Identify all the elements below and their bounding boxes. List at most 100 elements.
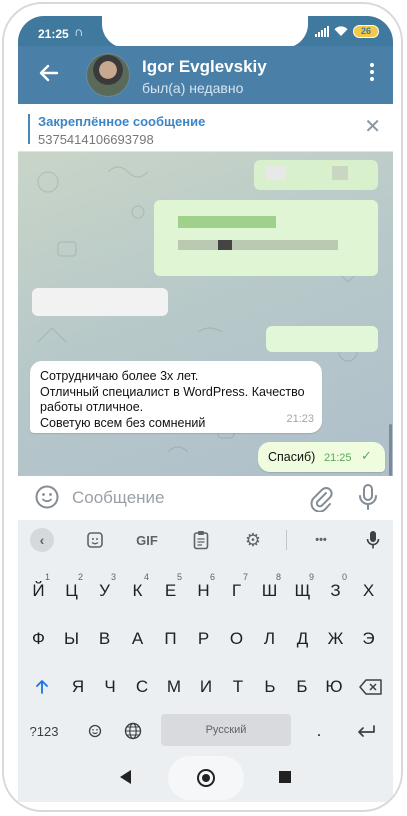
key[interactable]: Ц2 (55, 568, 88, 614)
chat-area[interactable]: Сотрудничаю более 3х лет. Отличный специ… (18, 152, 393, 476)
message-input-bar: Сообщение (18, 476, 393, 520)
home-circle-icon (197, 769, 215, 787)
key[interactable]: Ь (254, 664, 286, 710)
outgoing-message[interactable]: Спасиб) 21:25 ✓ (258, 442, 385, 472)
numbers-key[interactable]: ?123 (24, 708, 64, 754)
key[interactable]: О (220, 616, 253, 662)
phone-frame: 21:25 ∩ 26 Igor Evglevskiy был(а) недавн… (2, 2, 403, 812)
message-line: Отличный специалист в WordPress. Качеств… (40, 384, 305, 399)
nav-back-icon[interactable] (120, 770, 131, 784)
clipboard-icon[interactable] (190, 529, 212, 551)
blurred-message (154, 200, 378, 276)
key[interactable]: Ж (319, 616, 352, 662)
camera-notch (102, 16, 308, 48)
blurred-message (32, 288, 168, 316)
key[interactable]: М (158, 664, 190, 710)
signal-icon (315, 26, 329, 37)
scrollbar[interactable] (389, 424, 392, 476)
status-bar: 21:25 ∩ 26 (18, 16, 393, 48)
key[interactable]: Т (222, 664, 254, 710)
keyboard-row-4: ?123 Русский . (18, 708, 393, 754)
pinned-indicator (28, 114, 30, 144)
pinned-title: Закреплённое сообщение (38, 114, 206, 129)
status-time: 21:25 (38, 27, 69, 41)
key[interactable]: Д (286, 616, 319, 662)
key[interactable]: Е5 (154, 568, 187, 614)
key[interactable]: У3 (88, 568, 121, 614)
keyboard-row-1: Й1 Ц2 У3 К4 Е5 Н6 Г7 Ш8 Щ9 З0 Х (18, 568, 393, 614)
pinned-message[interactable]: Закреплённое сообщение 5375414106693798 … (18, 104, 393, 152)
shift-arrow-icon[interactable] (22, 664, 62, 710)
chat-header: Igor Evglevskiy был(а) недавно (18, 46, 393, 104)
key[interactable]: Н6 (187, 568, 220, 614)
avatar[interactable] (86, 53, 130, 97)
key[interactable]: Ч (94, 664, 126, 710)
message-time: 21:25 (324, 452, 352, 464)
key[interactable]: Я (62, 664, 94, 710)
period-key[interactable]: . (306, 708, 332, 754)
key[interactable]: Й1 (22, 568, 55, 614)
system-nav-bar (18, 754, 393, 802)
pinned-text: 5375414106693798 (38, 132, 154, 147)
keyboard-row-3: Я Ч С М И Т Ь Б Ю (18, 664, 393, 710)
key[interactable]: В (88, 616, 121, 662)
emoji-icon[interactable] (34, 484, 60, 510)
key[interactable]: З0 (319, 568, 352, 614)
recent-apps-icon[interactable] (279, 771, 291, 783)
key[interactable]: Ф (22, 616, 55, 662)
paperclip-icon[interactable] (308, 484, 334, 513)
sticker-icon[interactable] (84, 529, 106, 551)
settings-gear-icon[interactable]: ⚙ (242, 529, 264, 551)
contact-name[interactable]: Igor Evglevskiy (142, 57, 267, 77)
nav-home-button[interactable] (168, 756, 244, 800)
status-indicators: 26 (315, 25, 379, 38)
key[interactable]: Г7 (220, 568, 253, 614)
space-key[interactable]: Русский (161, 714, 291, 746)
enter-arrow-icon[interactable] (346, 708, 386, 754)
contact-status: был(а) недавно (142, 80, 244, 96)
key[interactable]: Л (253, 616, 286, 662)
key[interactable]: П (154, 616, 187, 662)
back-arrow-icon[interactable] (36, 60, 62, 86)
more-options-icon[interactable]: ••• (306, 529, 336, 551)
microphone-icon[interactable] (356, 482, 380, 512)
key[interactable]: И (190, 664, 222, 710)
key[interactable]: Щ9 (286, 568, 319, 614)
voice-input-icon[interactable] (363, 529, 383, 551)
key[interactable]: К4 (121, 568, 154, 614)
key[interactable]: Ю (318, 664, 350, 710)
gif-button[interactable]: GIF (130, 529, 164, 551)
message-time: 21:23 (286, 412, 314, 425)
key[interactable]: Ы (55, 616, 88, 662)
read-check-icon: ✓ (361, 448, 372, 463)
headset-icon: ∩ (74, 24, 84, 39)
key[interactable]: С (126, 664, 158, 710)
more-menu-icon[interactable] (365, 60, 379, 88)
message-line: Сотрудничаю более 3х лет. (40, 369, 199, 383)
keyboard-row-2: Ф Ы В А П Р О Л Д Ж Э (18, 616, 393, 662)
message-line: Советую всем без сомнений (40, 415, 206, 430)
emoji-key-icon[interactable] (82, 708, 108, 754)
key[interactable]: Э (352, 616, 385, 662)
key[interactable]: А (121, 616, 154, 662)
message-text: Спасиб) (268, 450, 316, 464)
close-icon[interactable]: ✕ (364, 117, 381, 137)
battery-icon: 26 (353, 25, 379, 38)
screen: 21:25 ∩ 26 Igor Evglevskiy был(а) недавн… (18, 16, 393, 802)
key[interactable]: Х (352, 568, 385, 614)
backspace-icon[interactable] (352, 664, 389, 710)
blurred-message (254, 160, 378, 190)
key[interactable]: Р (187, 616, 220, 662)
toolbar-divider (286, 530, 287, 550)
incoming-message[interactable]: Сотрудничаю более 3х лет. Отличный специ… (30, 361, 322, 433)
key[interactable]: Б (286, 664, 318, 710)
chevron-left-icon[interactable]: ‹ (30, 528, 54, 552)
key[interactable]: Ш8 (253, 568, 286, 614)
globe-icon[interactable] (118, 708, 148, 754)
blurred-message (266, 326, 378, 352)
wifi-icon (334, 26, 348, 36)
keyboard-toolbar: ‹ GIF ⚙ ••• (18, 520, 393, 560)
message-line: работы отличное. (40, 400, 144, 414)
message-input[interactable]: Сообщение (72, 488, 165, 508)
keyboard: ‹ GIF ⚙ ••• Й1 Ц2 У3 К4 Е 5 Н 6 Г 7 Ш 8 … (18, 520, 393, 754)
